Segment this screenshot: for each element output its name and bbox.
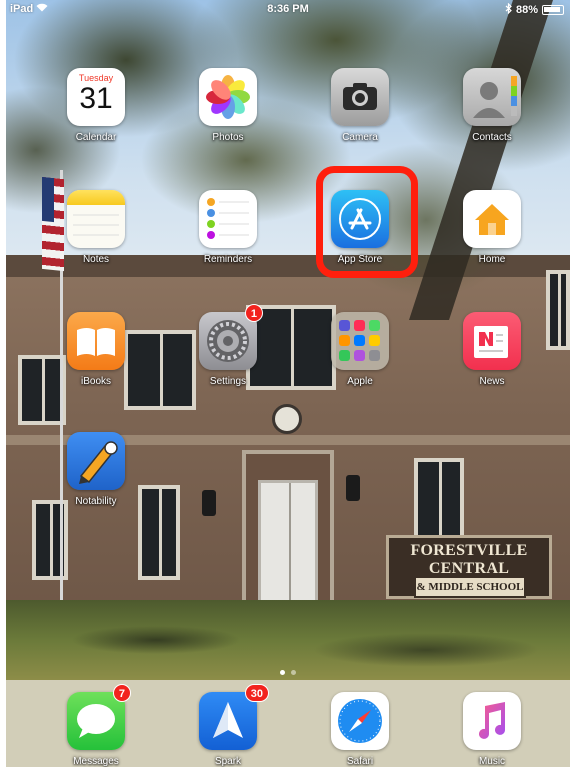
dock-app-safari[interactable]: Safari: [315, 692, 405, 767]
wallpaper-lamp: [202, 490, 216, 516]
notes-icon: [67, 190, 125, 248]
app-label: Apple: [347, 376, 373, 387]
app-folder-apple[interactable]: Apple: [315, 312, 405, 387]
app-label: Notes: [82, 254, 110, 265]
message-bubble-icon: [67, 692, 125, 750]
dock-app-spark[interactable]: 30 Spark: [183, 684, 273, 767]
app-label: Contacts: [472, 132, 512, 143]
status-bar: iPad 8:36 PM 88%: [6, 0, 570, 18]
app-camera[interactable]: Camera: [315, 68, 405, 143]
dock-app-music[interactable]: Music: [447, 692, 537, 767]
photos-icon: [199, 68, 257, 126]
app-home[interactable]: Home: [447, 190, 537, 265]
app-reminders[interactable]: Reminders: [183, 190, 273, 265]
home-screen: FORESTVILLE CENTRAL HIGH SCHOOL & MIDDLE…: [6, 0, 570, 767]
calendar-icon: Tuesday 31: [67, 68, 125, 126]
spark-icon: [199, 692, 257, 750]
app-notes[interactable]: Notes: [51, 190, 141, 265]
dock-app-messages[interactable]: 7 Messages: [51, 684, 141, 767]
app-label: Spark: [214, 756, 242, 767]
app-label: Settings: [209, 376, 247, 387]
notification-badge: 1: [244, 304, 263, 322]
wallpaper-window: [546, 270, 570, 350]
app-label: iBooks: [80, 376, 111, 387]
app-ibooks[interactable]: iBooks: [51, 312, 141, 387]
notes-header: [67, 190, 125, 205]
wallpaper-lamp: [346, 475, 360, 501]
notification-badge: 30: [244, 684, 269, 702]
app-photos[interactable]: Photos: [183, 68, 273, 143]
app-calendar[interactable]: Tuesday 31 Calendar: [51, 68, 141, 143]
wallpaper-window: [138, 485, 180, 580]
app-label: Calendar: [75, 132, 117, 143]
camera-icon: [331, 68, 389, 126]
app-notability[interactable]: Notability: [51, 432, 141, 507]
app-label: News: [479, 376, 505, 387]
wallpaper-clock: [272, 404, 302, 434]
folder-icon: [331, 312, 389, 370]
app-label: Messages: [73, 756, 119, 767]
calendar-date: 31: [79, 82, 113, 115]
app-label: Photos: [212, 132, 244, 143]
wallpaper-door: [258, 480, 318, 620]
app-settings[interactable]: 1 Settings: [183, 304, 273, 387]
compass-icon: [331, 692, 389, 750]
app-contacts[interactable]: Contacts: [447, 68, 537, 143]
ibooks-icon: [67, 312, 125, 370]
page-dot: [291, 670, 296, 675]
contacts-icon: [463, 68, 521, 126]
news-icon: [463, 312, 521, 370]
app-label: Music: [478, 756, 506, 767]
reminders-icon: [199, 190, 257, 248]
music-note-icon: [463, 692, 521, 750]
page-dot: [280, 670, 285, 675]
page-indicator[interactable]: [6, 670, 570, 675]
notification-badge: 7: [112, 684, 131, 702]
app-label: Camera: [342, 132, 378, 143]
bluetooth-icon: [505, 2, 512, 17]
home-icon: [463, 190, 521, 248]
sign-line1: FORESTVILLE CENTRAL: [410, 542, 528, 577]
app-news[interactable]: News: [447, 312, 537, 387]
notability-icon: [67, 432, 125, 490]
battery-percent: 88%: [515, 4, 538, 16]
app-label: Notability: [75, 496, 117, 507]
app-label: Safari: [346, 756, 374, 767]
battery-icon: [542, 5, 564, 15]
app-label: Home: [478, 254, 506, 265]
app-store-highlight: [316, 166, 418, 278]
wallpaper-school-sign-lower: & MIDDLE SCHOOL: [414, 576, 526, 598]
app-label: Reminders: [203, 254, 253, 265]
gear-icon: [199, 312, 257, 370]
status-time: 8:36 PM: [267, 3, 309, 15]
wallpaper-window: [414, 458, 464, 543]
